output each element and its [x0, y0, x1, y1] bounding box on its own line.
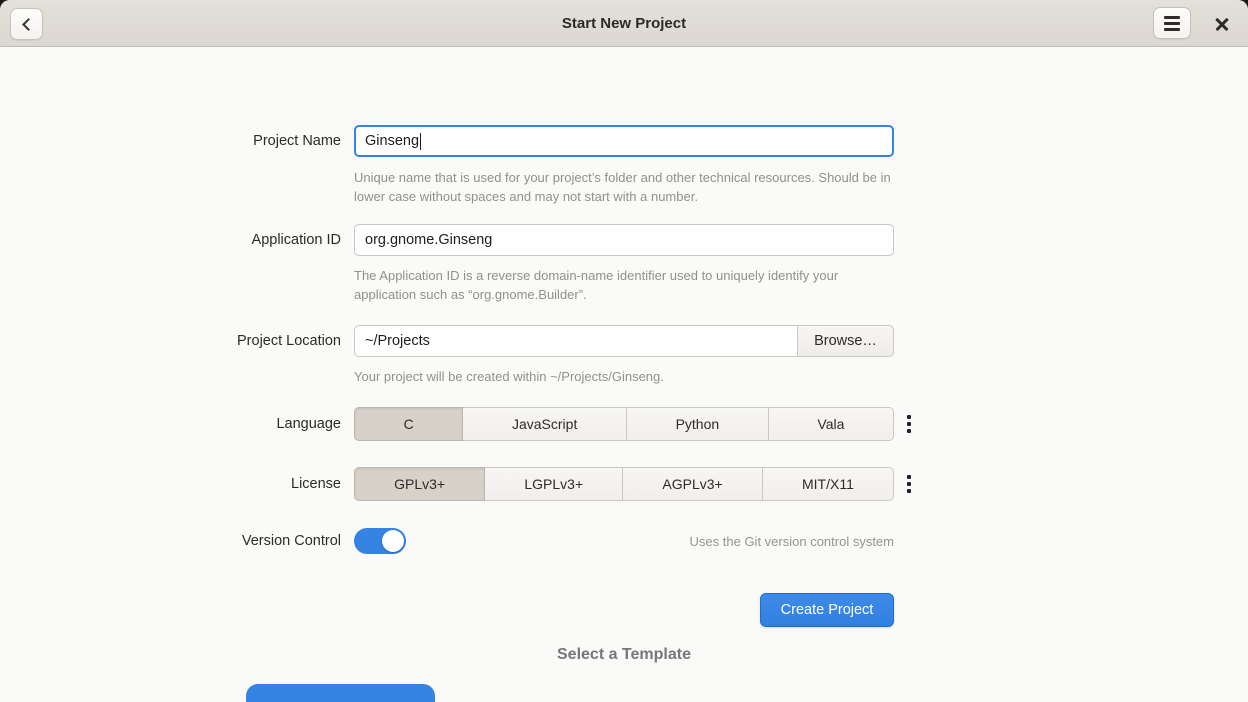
segment-agplv3-[interactable]: AGPLv3+ — [623, 467, 763, 501]
location-row: Project Location ~/Projects Browse… — [181, 325, 947, 357]
back-button[interactable] — [10, 8, 43, 40]
titlebar: Start New Project — [0, 0, 1248, 47]
license-row: License GPLv3+LGPLv3+AGPLv3+MIT/X11 — [181, 467, 947, 501]
project-name-help: Unique name that is used for your projec… — [354, 169, 894, 207]
app-id-label: Application ID — [181, 232, 341, 248]
create-project-button[interactable]: Create Project — [760, 593, 894, 627]
segment-vala[interactable]: Vala — [769, 407, 894, 441]
project-name-value: Ginseng — [365, 133, 419, 149]
project-name-label: Project Name — [181, 133, 341, 149]
license-label: License — [181, 476, 341, 492]
text-caret — [420, 133, 421, 150]
project-name-row: Project Name Ginseng — [181, 125, 947, 157]
app-id-input[interactable]: org.gnome.Ginseng — [354, 224, 894, 256]
select-template-heading: Select a Template — [0, 646, 1248, 664]
close-button[interactable] — [1206, 8, 1238, 40]
segment-javascript[interactable]: JavaScript — [463, 407, 627, 441]
license-segments: GPLv3+LGPLv3+AGPLv3+MIT/X11 — [354, 467, 894, 501]
project-name-input[interactable]: Ginseng — [354, 125, 894, 157]
location-value: ~/Projects — [365, 333, 430, 349]
license-more-button[interactable] — [907, 475, 921, 493]
chevron-left-icon — [22, 18, 35, 31]
location-help: Your project will be created within ~/Pr… — [354, 368, 894, 387]
version-control-toggle[interactable] — [354, 528, 406, 554]
language-row: Language CJavaScriptPythonVala — [181, 407, 947, 441]
window-title: Start New Project — [0, 15, 1248, 32]
version-control-row: Version Control Uses the Git version con… — [181, 528, 947, 554]
hamburger-menu-icon — [1164, 16, 1180, 31]
segment-lgplv3-[interactable]: LGPLv3+ — [485, 467, 623, 501]
language-label: Language — [181, 416, 341, 432]
version-control-label: Version Control — [181, 533, 341, 549]
version-control-hint: Uses the Git version control system — [690, 534, 894, 549]
app-id-row: Application ID org.gnome.Ginseng — [181, 224, 947, 256]
toggle-knob — [382, 530, 404, 552]
segment-gplv3-[interactable]: GPLv3+ — [354, 467, 485, 501]
segment-mit-x11[interactable]: MIT/X11 — [763, 467, 894, 501]
language-more-button[interactable] — [907, 415, 921, 433]
app-id-value: org.gnome.Ginseng — [365, 232, 492, 248]
language-segments: CJavaScriptPythonVala — [354, 407, 894, 441]
selected-template-card[interactable] — [246, 684, 435, 702]
location-input[interactable]: ~/Projects — [354, 325, 798, 357]
segment-python[interactable]: Python — [627, 407, 769, 441]
menu-button[interactable] — [1153, 7, 1191, 39]
segment-c[interactable]: C — [354, 407, 463, 441]
close-icon — [1215, 17, 1229, 31]
browse-button[interactable]: Browse… — [797, 325, 894, 357]
app-id-help: The Application ID is a reverse domain-n… — [354, 267, 894, 305]
location-label: Project Location — [181, 333, 341, 349]
start-new-project-window: Start New Project Project Name Ginseng U… — [0, 0, 1248, 702]
